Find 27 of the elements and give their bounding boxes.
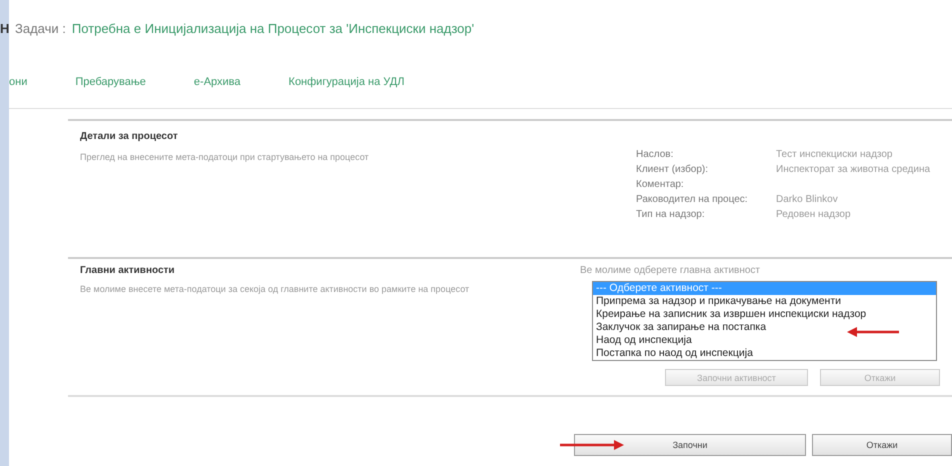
activity-prompt: Ве молиме одберете главна активност bbox=[580, 265, 762, 276]
field-label: Коментар: bbox=[636, 178, 685, 192]
section-heading: Детали за процесот bbox=[80, 131, 179, 142]
activity-option[interactable]: Креирање на записник за извршен инспекциски надзор bbox=[593, 308, 936, 321]
field-value: Тест инспекциски надзор bbox=[776, 148, 894, 162]
activity-option[interactable]: Наод од инспекција bbox=[593, 334, 936, 347]
activity-option[interactable]: Заклучок за запирање на постапка bbox=[593, 321, 936, 334]
arrow-icon bbox=[560, 440, 624, 450]
activity-option[interactable]: Припрема за надзор и прикачување на документи bbox=[593, 295, 936, 308]
arrow-icon bbox=[847, 327, 899, 337]
field-value: Darko Blinkov bbox=[776, 193, 839, 207]
field-label: Раководител на процес: bbox=[636, 193, 749, 207]
section-description: Преглед на внесените мета-податоци при стартувањето на процесот bbox=[80, 152, 370, 162]
activity-listbox[interactable] bbox=[592, 281, 937, 361]
cancel-button[interactable]: Откажи bbox=[812, 434, 952, 456]
section-heading: Главни активности bbox=[80, 265, 176, 276]
field-label: Клиент (избор): bbox=[636, 163, 710, 177]
section-description: Ве молиме внесете мета-податоци за секоја од главните активности во рамките на процесот bbox=[80, 284, 470, 294]
start-button[interactable]: Започни bbox=[574, 434, 806, 456]
field-label: Наслов: bbox=[636, 148, 674, 162]
field-label: Тип на надзор: bbox=[636, 208, 706, 222]
field-value: Инспекторат за животна средина bbox=[776, 163, 932, 177]
cut-label: Н bbox=[0, 20, 9, 36]
activity-option[interactable]: Постапка по наод од инспекција bbox=[593, 347, 936, 360]
field-value: Редовен надзор bbox=[776, 208, 852, 222]
section-label: Задачи : bbox=[15, 20, 66, 36]
page-title: Потребна е Иницијализација на Процесот за 'Инспекциски надзор' bbox=[72, 20, 474, 36]
